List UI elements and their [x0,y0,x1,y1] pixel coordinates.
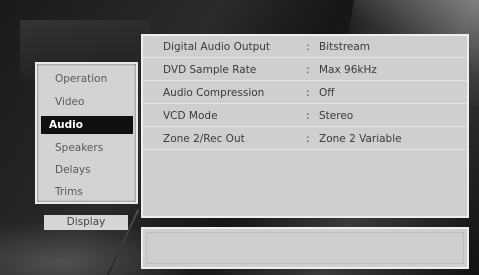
setting-separator: : [306,41,310,53]
setting-name: Digital Audio Output [163,41,271,53]
audio-settings-panel: Digital Audio Output : Bitstream DVD Sam… [141,34,469,218]
setting-separator: : [306,133,310,145]
setting-value: Max 96kHz [319,64,377,76]
setting-value: Zone 2 Variable [319,133,402,145]
setting-row-zone2-rec-out[interactable]: Zone 2/Rec Out : Zone 2 Variable [143,129,467,150]
setting-separator: : [306,64,310,76]
setting-name: Audio Compression [163,87,265,99]
setting-name: Zone 2/Rec Out [163,133,245,145]
setting-row-digital-audio-output[interactable]: Digital Audio Output : Bitstream [143,37,467,58]
menu-item-speakers[interactable]: Speakers [41,139,133,157]
tv-screen: Operation Video Audio Speakers Delays Tr… [0,0,479,275]
menu-item-video[interactable]: Video [41,93,133,111]
help-text [146,232,464,264]
setting-value: Off [319,87,335,99]
setting-row-vcd-mode[interactable]: VCD Mode : Stereo [143,106,467,127]
setting-row-dvd-sample-rate[interactable]: DVD Sample Rate : Max 96kHz [143,60,467,81]
setting-separator: : [306,87,310,99]
setting-value: Stereo [319,110,354,122]
menu-item-delays[interactable]: Delays [41,161,133,179]
display-button[interactable]: Display [44,215,128,230]
setting-separator: : [306,110,310,122]
menu-item-operation[interactable]: Operation [41,70,133,88]
menu-item-audio[interactable]: Audio [41,116,133,134]
setup-category-menu: Operation Video Audio Speakers Delays Tr… [35,62,138,204]
menu-item-trims[interactable]: Trims [41,183,133,201]
setting-name: DVD Sample Rate [163,64,257,76]
setting-name: VCD Mode [163,110,218,122]
help-status-box [141,227,469,269]
setting-value: Bitstream [319,41,371,53]
setting-row-audio-compression[interactable]: Audio Compression : Off [143,83,467,104]
